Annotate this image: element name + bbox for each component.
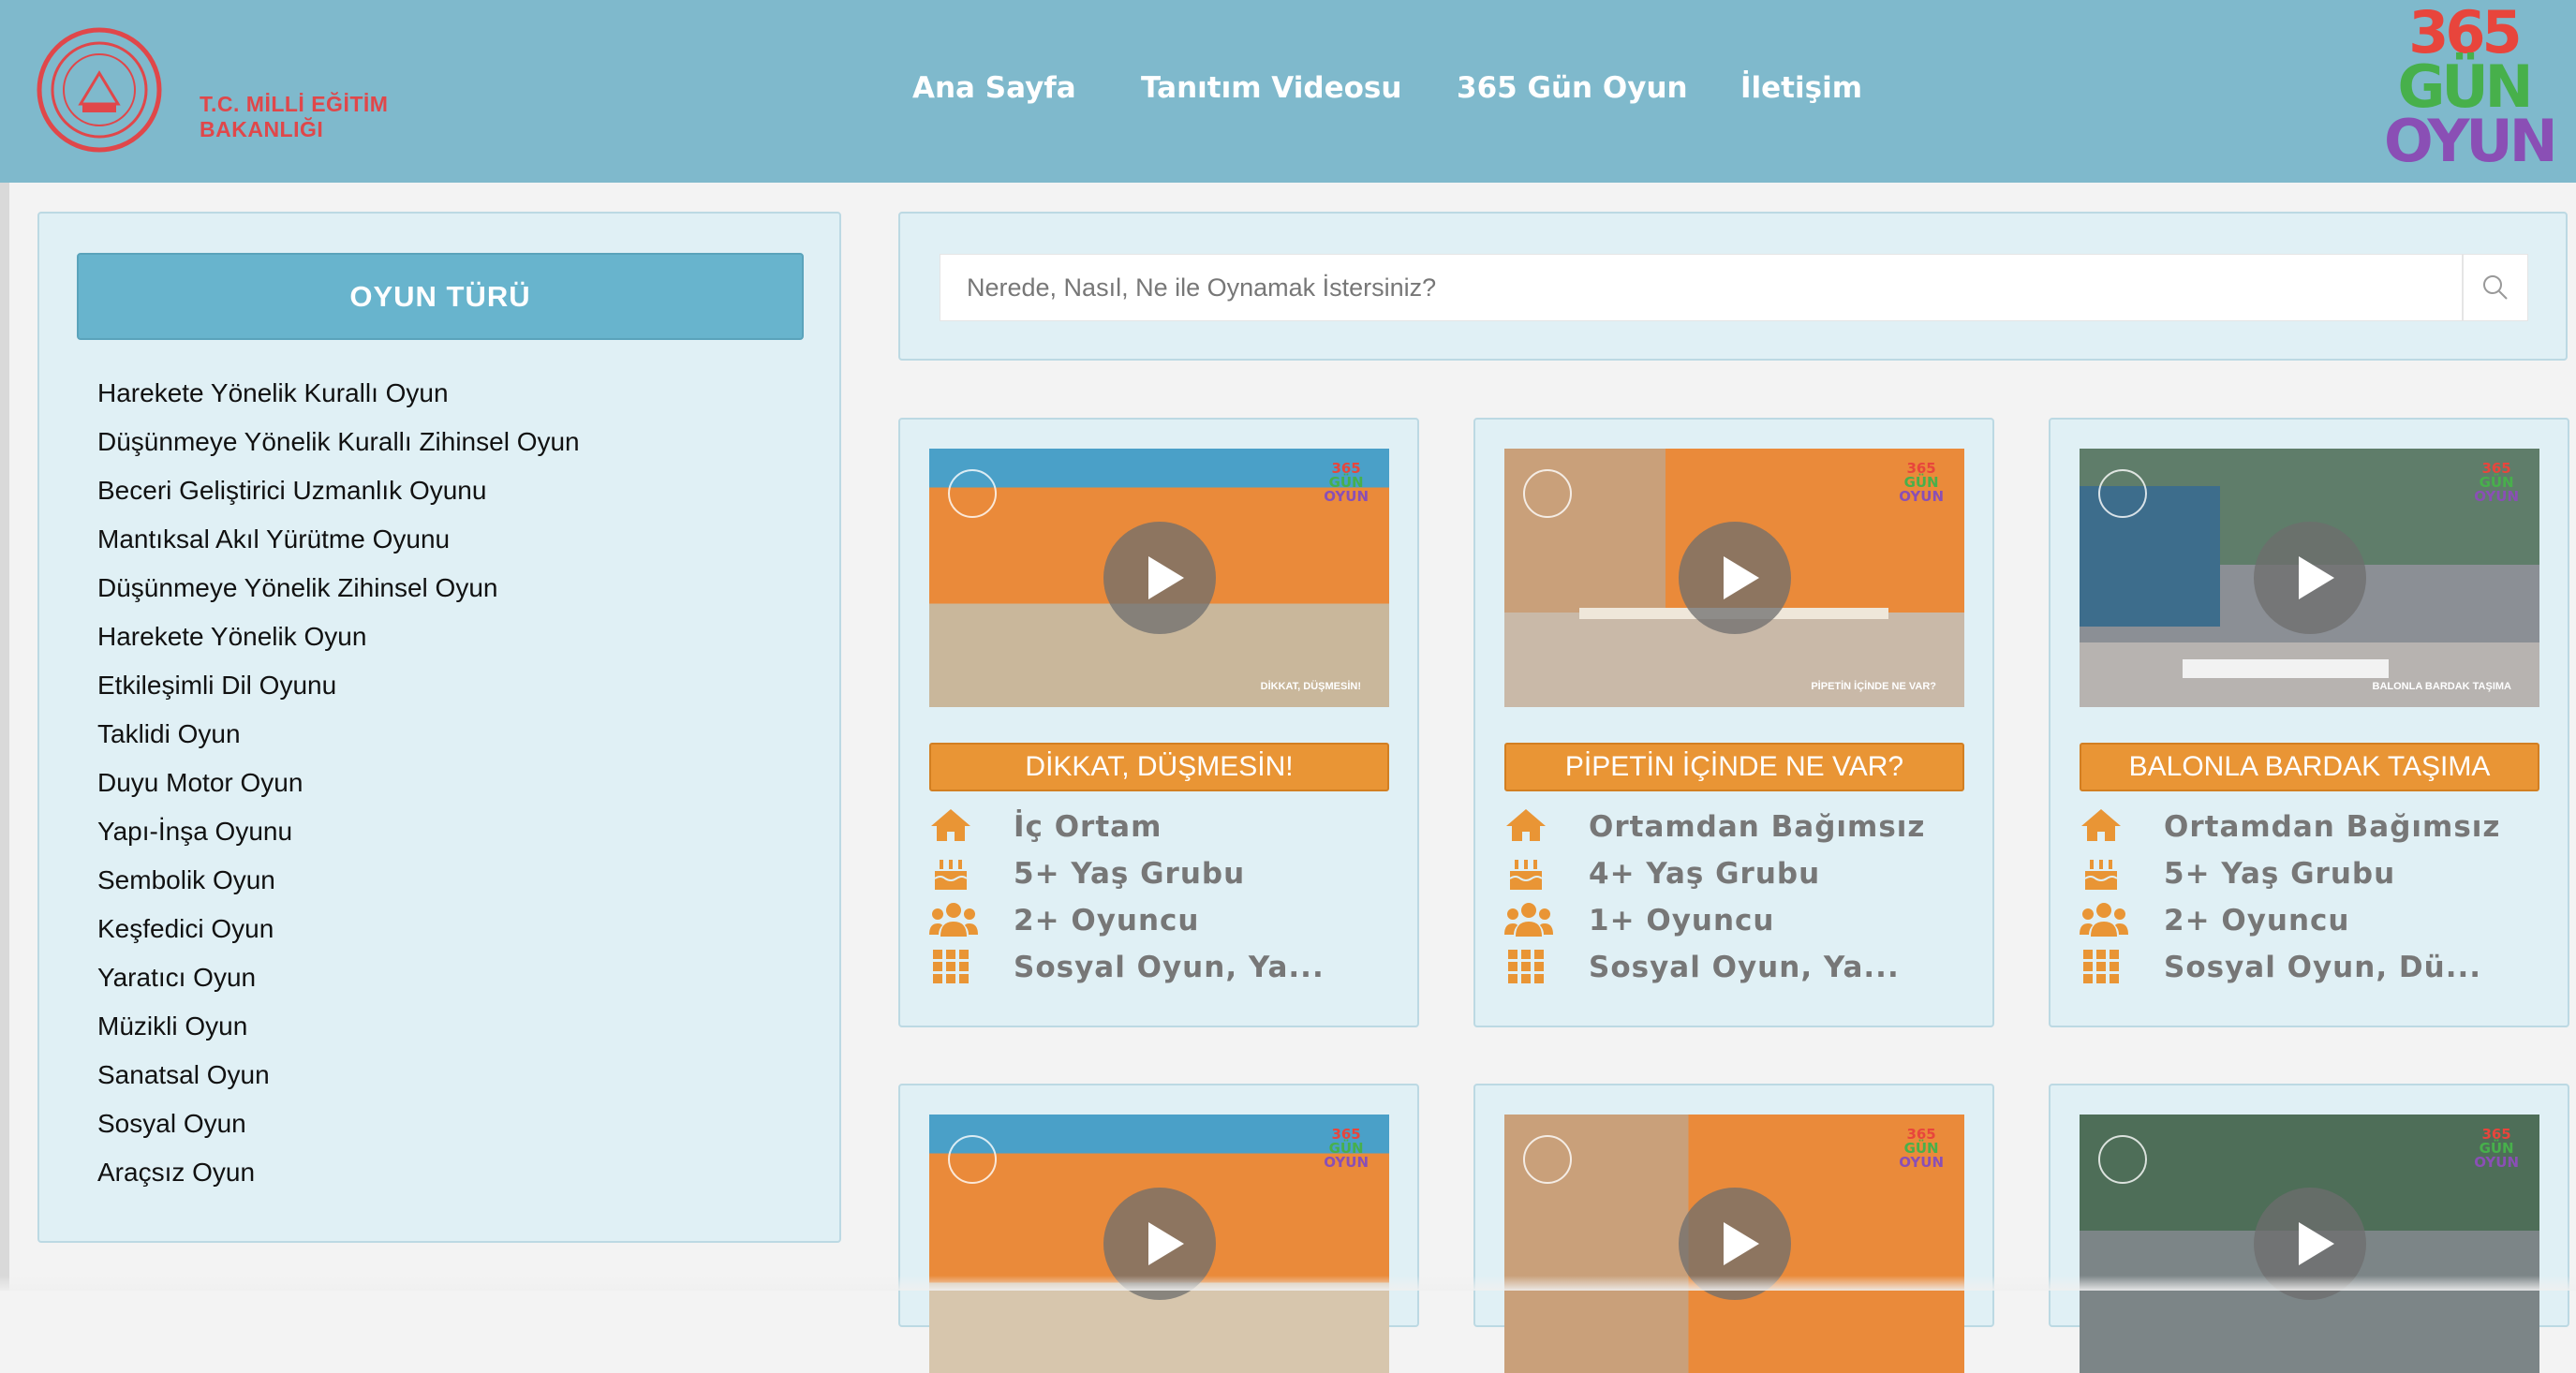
game-card[interactable]: 365 GÜN OYUN DİKKAT, DÜŞMESİN! DİKKAT, DÜŞ… (898, 418, 1419, 1027)
game-place: Ortamdan Bağımsız (1589, 810, 1926, 844)
game-players: 2+ Oyuncu (2164, 904, 2350, 937)
grid-icon (1508, 950, 1544, 983)
game-type-item[interactable]: Mantıksal Akıl Yürütme Oyunu (97, 515, 580, 564)
game-players: 1+ Oyuncu (1589, 904, 1775, 937)
game-type-item[interactable]: Etkileşimli Dil Oyunu (97, 661, 580, 710)
search-input[interactable] (940, 254, 2463, 321)
ministry-seal-icon (37, 27, 162, 153)
game-type: Sosyal Oyun, Ya... (1014, 951, 1325, 984)
game-card[interactable]: 365 GÜN OYUN (898, 1084, 1419, 1373)
video-thumbnail[interactable]: 365 GÜN OYUN (1504, 1115, 1964, 1373)
play-button-icon[interactable] (1103, 522, 1216, 634)
video-thumbnail[interactable]: 365 GÜN OYUN PİPETİN İÇİNDE NE VAR? (1504, 449, 1964, 707)
game-players: 2+ Oyuncu (1014, 904, 1200, 937)
video-brand-mark: 365 GÜN OYUN (1899, 1126, 1944, 1171)
ministry-logo[interactable]: T.C. MİLLİ EĞİTİM BAKANLIĞI (34, 24, 408, 155)
video-caption: DİKKAT, DÜŞMESİN! (1260, 681, 1361, 692)
game-type-item[interactable]: Harekete Yönelik Oyun (97, 613, 580, 661)
video-brand-mark: 365 GÜN OYUN (1899, 460, 1944, 505)
play-button-icon[interactable] (2253, 522, 2366, 634)
game-type-item[interactable]: Araçsız Oyun (97, 1148, 580, 1197)
ministry-name-line2: BAKANLIĞI (200, 117, 324, 141)
birthday-cake-icon (934, 860, 968, 890)
video-ministry-seal-icon (2098, 469, 2147, 518)
video-ministry-seal-icon (948, 1135, 997, 1184)
nav-365-games[interactable]: 365 Gün Oyun (1457, 71, 1688, 105)
game-card[interactable]: 365 GÜN OYUN (1473, 1084, 1994, 1373)
users-icon (1504, 903, 1553, 937)
sidebar-title: OYUN TÜRÜ (77, 253, 804, 340)
game-age: 5+ Yaş Grubu (1014, 857, 1246, 891)
game-type-item[interactable]: Müzikli Oyun (97, 1002, 580, 1051)
game-type: Sosyal Oyun, Ya... (1589, 951, 1900, 984)
game-title[interactable]: DİKKAT, DÜŞMESİN! (929, 743, 1389, 791)
video-ministry-seal-icon (1523, 469, 1572, 518)
video-brand-mark: 365 GÜN OYUN (1324, 460, 1369, 505)
game-card[interactable]: 365 GÜN OYUN (2049, 1084, 2569, 1373)
home-icon (1506, 809, 1546, 841)
game-type-item[interactable]: Taklidi Oyun (97, 710, 580, 759)
nav-contact[interactable]: İletişim (1740, 71, 1862, 105)
game-place: Ortamdan Bağımsız (2164, 810, 2501, 844)
page-left-edge (0, 183, 9, 1291)
video-caption: PİPETİN İÇİNDE NE VAR? (1811, 681, 1936, 692)
home-icon (931, 809, 970, 841)
game-card[interactable]: 365 GÜN OYUN BALONLA BARDAK TAŞIMA BALONLA… (2049, 418, 2569, 1027)
game-card[interactable]: 365 GÜN OYUN PİPETİN İÇİNDE NE VAR? PİPETİ… (1473, 418, 1994, 1027)
grid-icon (933, 950, 969, 983)
game-type-item[interactable]: Beceri Geliştirici Uzmanlık Oyunu (97, 466, 580, 515)
video-ministry-seal-icon (1523, 1135, 1572, 1184)
video-caption: BALONLA BARDAK TAŞIMA (2372, 681, 2511, 692)
game-title[interactable]: BALONLA BARDAK TAŞIMA (2080, 743, 2539, 791)
home-icon (2081, 809, 2121, 841)
search-panel (898, 212, 2568, 361)
ministry-name-line1: T.C. MİLLİ EĞİTİM (200, 92, 389, 116)
video-ministry-seal-icon (2098, 1135, 2147, 1184)
game-type-sidebar: OYUN TÜRÜ Harekete Yönelik Kurallı Oyun … (37, 212, 841, 1243)
video-thumbnail[interactable]: 365 GÜN OYUN DİKKAT, DÜŞMESİN! (929, 449, 1389, 707)
brand-logo-line3: OYUN (2384, 107, 2558, 175)
nav-home[interactable]: Ana Sayfa (912, 71, 1076, 105)
nav-intro-video[interactable]: Tanıtım Videosu (1141, 71, 1401, 105)
ministry-name: T.C. MİLLİ EĞİTİM BAKANLIĞI (200, 92, 388, 142)
video-thumbnail[interactable]: 365 GÜN OYUN (2080, 1115, 2539, 1373)
video-ministry-seal-icon (948, 469, 997, 518)
video-thumbnail[interactable]: 365 GÜN OYUN (929, 1115, 1389, 1373)
game-type-item[interactable]: Yaratıcı Oyun (97, 953, 580, 1002)
game-place: İç Ortam (1014, 810, 1162, 844)
game-title[interactable]: PİPETİN İÇİNDE NE VAR? (1504, 743, 1964, 791)
birthday-cake-icon (1509, 860, 1543, 890)
game-type-item[interactable]: Düşünmeye Yönelik Zihinsel Oyun (97, 564, 580, 613)
video-thumbnail[interactable]: 365 GÜN OYUN BALONLA BARDAK TAŞIMA (2080, 449, 2539, 707)
game-type-list: Harekete Yönelik Kurallı Oyun Düşünmeye … (97, 369, 580, 1197)
game-type-item[interactable]: Sanatsal Oyun (97, 1051, 580, 1100)
game-age: 4+ Yaş Grubu (1589, 857, 1821, 891)
search-button[interactable] (2463, 254, 2528, 321)
users-icon (2080, 903, 2128, 937)
grid-icon (2083, 950, 2119, 983)
game-type-item[interactable]: Duyu Motor Oyun (97, 759, 580, 807)
search-icon (2483, 275, 2508, 300)
video-brand-mark: 365 GÜN OYUN (1324, 1126, 1369, 1171)
site-header: T.C. MİLLİ EĞİTİM BAKANLIĞI Ana Sayfa Ta… (0, 0, 2576, 183)
game-type-item[interactable]: Yapı-İnşa Oyunu (97, 807, 580, 856)
video-brand-mark: 365 GÜN OYUN (2474, 1126, 2519, 1171)
bottom-shade (0, 1276, 2576, 1291)
video-brand-mark: 365 GÜN OYUN (2474, 460, 2519, 505)
game-type-item[interactable]: Harekete Yönelik Kurallı Oyun (97, 369, 580, 418)
game-type-item[interactable]: Sembolik Oyun (97, 856, 580, 905)
game-age: 5+ Yaş Grubu (2164, 857, 2396, 891)
brand-logo[interactable]: 365 GÜN OYUN (2384, 4, 2558, 176)
game-type-item[interactable]: Düşünmeye Yönelik Kurallı Zihinsel Oyun (97, 418, 580, 466)
birthday-cake-icon (2084, 860, 2118, 890)
game-type: Sosyal Oyun, Dü... (2164, 951, 2482, 984)
play-button-icon[interactable] (1678, 522, 1791, 634)
users-icon (929, 903, 978, 937)
game-type-item[interactable]: Sosyal Oyun (97, 1100, 580, 1148)
game-type-item[interactable]: Keşfedici Oyun (97, 905, 580, 953)
